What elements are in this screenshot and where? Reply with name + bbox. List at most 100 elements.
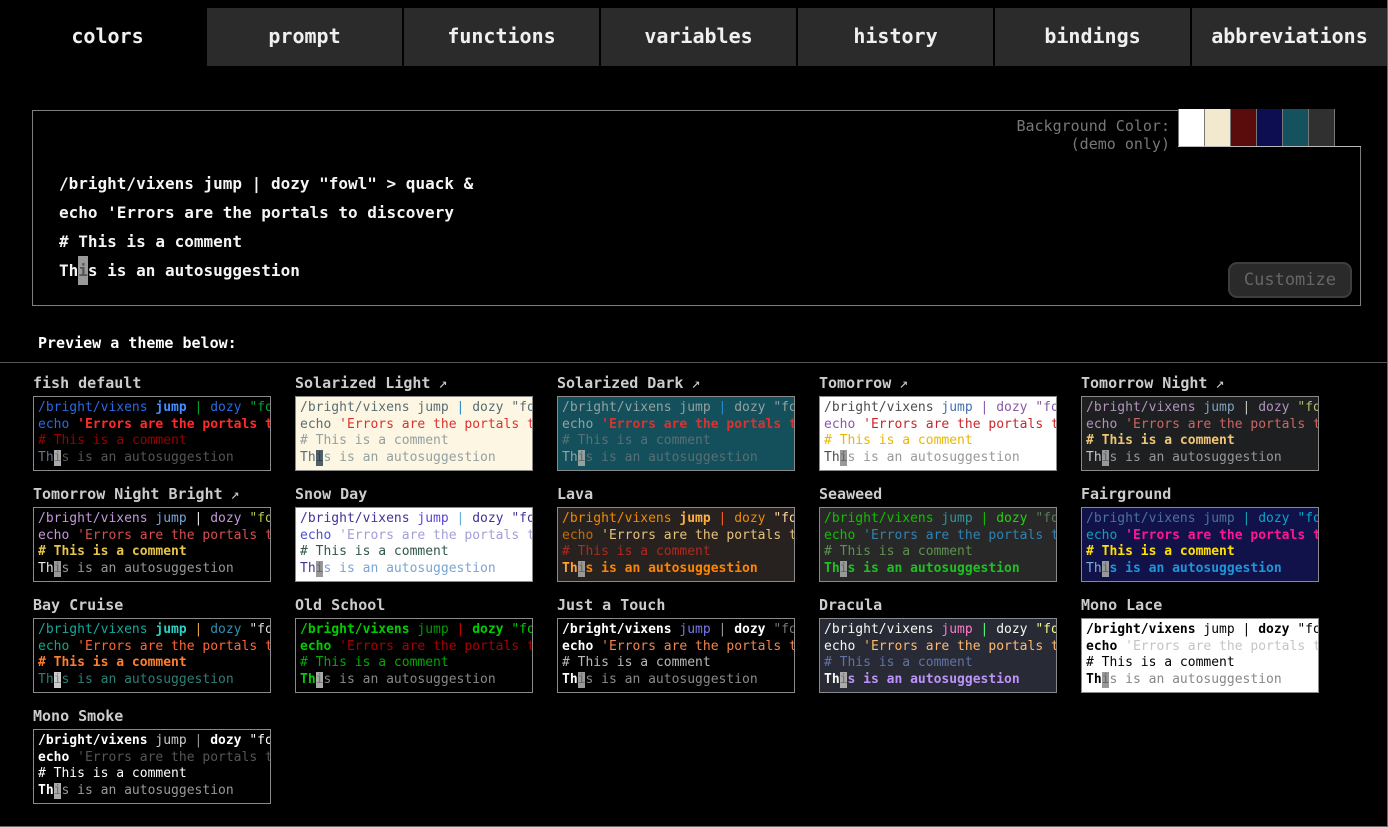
theme-title[interactable]: Mono Smoke xyxy=(33,706,271,726)
autosuggestion-text: s is an autosuggestion xyxy=(1109,672,1281,687)
external-link-icon[interactable]: ↗ xyxy=(1215,374,1224,392)
theme-preview-dracula[interactable]: /bright/vixens jump | dozy "fowl" > quac… xyxy=(819,618,1057,693)
theme-preview-fish-default[interactable]: /bright/vixens jump | dozy "fowl" > quac… xyxy=(33,396,271,471)
error-string-text: 'Errors are the portals to discovery xyxy=(601,417,795,432)
typed-text: Th xyxy=(38,561,54,576)
theme-title[interactable]: Mono Lace xyxy=(1081,595,1319,615)
path-text: /bright/vixens xyxy=(38,511,155,526)
autosuggestion-line: This is an autosuggestion xyxy=(562,450,790,467)
sample-line: # This is a comment xyxy=(562,655,790,672)
theme-title[interactable]: Tomorrow Night Bright↗ xyxy=(33,484,271,504)
theme-name-label: Bay Cruise xyxy=(33,596,123,614)
second-command-text: dozy xyxy=(210,400,249,415)
tab-abbreviations[interactable]: abbreviations xyxy=(1190,8,1387,66)
path-text: /bright/vixens xyxy=(562,622,679,637)
sample-line: echo 'Errors are the portals to discover… xyxy=(562,417,790,434)
theme-preview-tomorrow-night[interactable]: /bright/vixens jump | dozy "fowl" > quac… xyxy=(1081,396,1319,471)
tab-history[interactable]: history xyxy=(796,8,993,66)
theme-preview-snow-day[interactable]: /bright/vixens jump | dozy "fowl" > quac… xyxy=(295,507,533,582)
error-string-text: 'Errors are the portals to discovery xyxy=(863,417,1057,432)
theme-title[interactable]: Tomorrow↗ xyxy=(819,373,1057,393)
command-text: jump xyxy=(155,511,194,526)
second-command-text: dozy xyxy=(996,511,1035,526)
echo-command-text: echo xyxy=(1086,528,1125,543)
path-text: /bright/vixens xyxy=(824,622,941,637)
comment-text: # This is a comment xyxy=(1086,544,1235,559)
tab-colors[interactable]: colors xyxy=(10,8,205,66)
theme-title[interactable]: fish default xyxy=(33,373,271,393)
theme-title[interactable]: Seaweed xyxy=(819,484,1057,504)
theme-preview-old-school[interactable]: /bright/vixens jump | dozy "fowl" > quac… xyxy=(295,618,533,693)
theme-preview-fairground[interactable]: /bright/vixens jump | dozy "fowl" > quac… xyxy=(1081,507,1319,582)
error-string-text: 'Errors are the portals to discovery xyxy=(77,528,271,543)
theme-title[interactable]: Dracula xyxy=(819,595,1057,615)
theme-title[interactable]: Snow Day xyxy=(295,484,533,504)
second-command-text: dozy xyxy=(271,174,319,193)
echo-command-text: echo xyxy=(1086,417,1125,432)
quote-text: "fowl" > quack & xyxy=(773,511,795,526)
background-swatch-cream[interactable] xyxy=(1204,109,1230,146)
background-swatch-white[interactable] xyxy=(1178,109,1204,146)
theme-title[interactable]: Bay Cruise xyxy=(33,595,271,615)
sample-line: /bright/vixens jump | dozy "fowl" > quac… xyxy=(562,511,790,528)
theme-title[interactable]: Old School xyxy=(295,595,533,615)
theme-grid: fish default/bright/vixens jump | dozy "… xyxy=(0,363,1387,824)
autosuggestion-text: s is an autosuggestion xyxy=(61,783,233,798)
sample-line: echo 'Errors are the portals to discover… xyxy=(38,417,266,434)
autosuggestion-line: This is an autosuggestion xyxy=(300,561,528,578)
tab-functions[interactable]: functions xyxy=(402,8,599,66)
background-swatch-dark-red[interactable] xyxy=(1230,109,1256,146)
background-swatch-black[interactable] xyxy=(1334,109,1361,146)
theme-title[interactable]: Fairground xyxy=(1081,484,1319,504)
autosuggestion-text: s is an autosuggestion xyxy=(61,450,233,465)
theme-preview-lava[interactable]: /bright/vixens jump | dozy "fowl" > quac… xyxy=(557,507,795,582)
background-swatch-charcoal[interactable] xyxy=(1308,109,1334,146)
second-command-text: dozy xyxy=(734,400,773,415)
customize-button[interactable]: Customize xyxy=(1228,262,1352,298)
echo-command-text: echo xyxy=(824,639,863,654)
theme-preview-mono-lace[interactable]: /bright/vixens jump | dozy "fowl" > quac… xyxy=(1081,618,1319,693)
external-link-icon[interactable]: ↗ xyxy=(899,374,908,392)
theme-preview-tomorrow[interactable]: /bright/vixens jump | dozy "fowl" > quac… xyxy=(819,396,1057,471)
theme-preview-solarized-dark[interactable]: /bright/vixens jump | dozy "fowl" > quac… xyxy=(557,396,795,471)
theme-preview-mono-smoke[interactable]: /bright/vixens jump | dozy "fowl" > quac… xyxy=(33,729,271,804)
typed-text: Th xyxy=(562,450,578,465)
external-link-icon[interactable]: ↗ xyxy=(231,485,240,503)
theme-name-label: Solarized Dark xyxy=(557,374,683,392)
external-link-icon[interactable]: ↗ xyxy=(691,374,700,392)
sample-line: echo 'Errors are the portals to discover… xyxy=(38,750,266,767)
theme-title[interactable]: Just a Touch xyxy=(557,595,795,615)
error-string-text: 'Errors are the portals to discovery xyxy=(863,639,1057,654)
theme-title[interactable]: Solarized Light↗ xyxy=(295,373,533,393)
tab-prompt[interactable]: prompt xyxy=(205,8,402,66)
autosuggestion-text: s is an autosuggestion xyxy=(61,672,233,687)
theme-preview-just-a-touch[interactable]: /bright/vixens jump | dozy "fowl" > quac… xyxy=(557,618,795,693)
sample-line: echo 'Errors are the portals to discover… xyxy=(38,528,266,545)
error-string-text: 'Errors are the portals to discovery xyxy=(863,528,1057,543)
autosuggestion-line: This is an autosuggestion xyxy=(1086,672,1314,689)
tab-bindings[interactable]: bindings xyxy=(993,8,1190,66)
comment-text: # This is a comment xyxy=(1086,433,1235,448)
path-text: /bright/vixens xyxy=(59,174,204,193)
theme-title[interactable]: Solarized Dark ↗ xyxy=(557,373,795,393)
autosuggestion-line: This is an autosuggestion xyxy=(824,450,1052,467)
second-command-text: dozy xyxy=(210,622,249,637)
error-string-text: 'Errors are the portals to discovery xyxy=(601,528,795,543)
background-swatch-teal[interactable] xyxy=(1282,109,1308,146)
theme-preview-solarized-light[interactable]: /bright/vixens jump | dozy "fowl" > quac… xyxy=(295,396,533,471)
theme-card: Tomorrow↗ /bright/vixens jump | dozy "fow… xyxy=(819,373,1057,471)
theme-preview-tomorrow-night-bright[interactable]: /bright/vixens jump | dozy "fowl" > quac… xyxy=(33,507,271,582)
tab-variables[interactable]: variables xyxy=(599,8,796,66)
external-link-icon[interactable]: ↗ xyxy=(438,374,447,392)
theme-preview-bay-cruise[interactable]: /bright/vixens jump | dozy "fowl" > quac… xyxy=(33,618,271,693)
sample-line: /bright/vixens jump | dozy "fowl" > quac… xyxy=(300,400,528,417)
comment-text: # This is a comment xyxy=(38,766,187,781)
sample-line: echo 'Errors are the portals to discover… xyxy=(562,528,790,545)
comment-text: # This is a comment xyxy=(38,655,187,670)
theme-title[interactable]: Lava xyxy=(557,484,795,504)
typed-text: Th xyxy=(562,672,578,687)
theme-preview-seaweed[interactable]: /bright/vixens jump | dozy "fowl" > quac… xyxy=(819,507,1057,582)
background-swatch-navy[interactable] xyxy=(1256,109,1282,146)
theme-title[interactable]: Tomorrow Night↗ xyxy=(1081,373,1319,393)
command-text: jump xyxy=(417,400,456,415)
